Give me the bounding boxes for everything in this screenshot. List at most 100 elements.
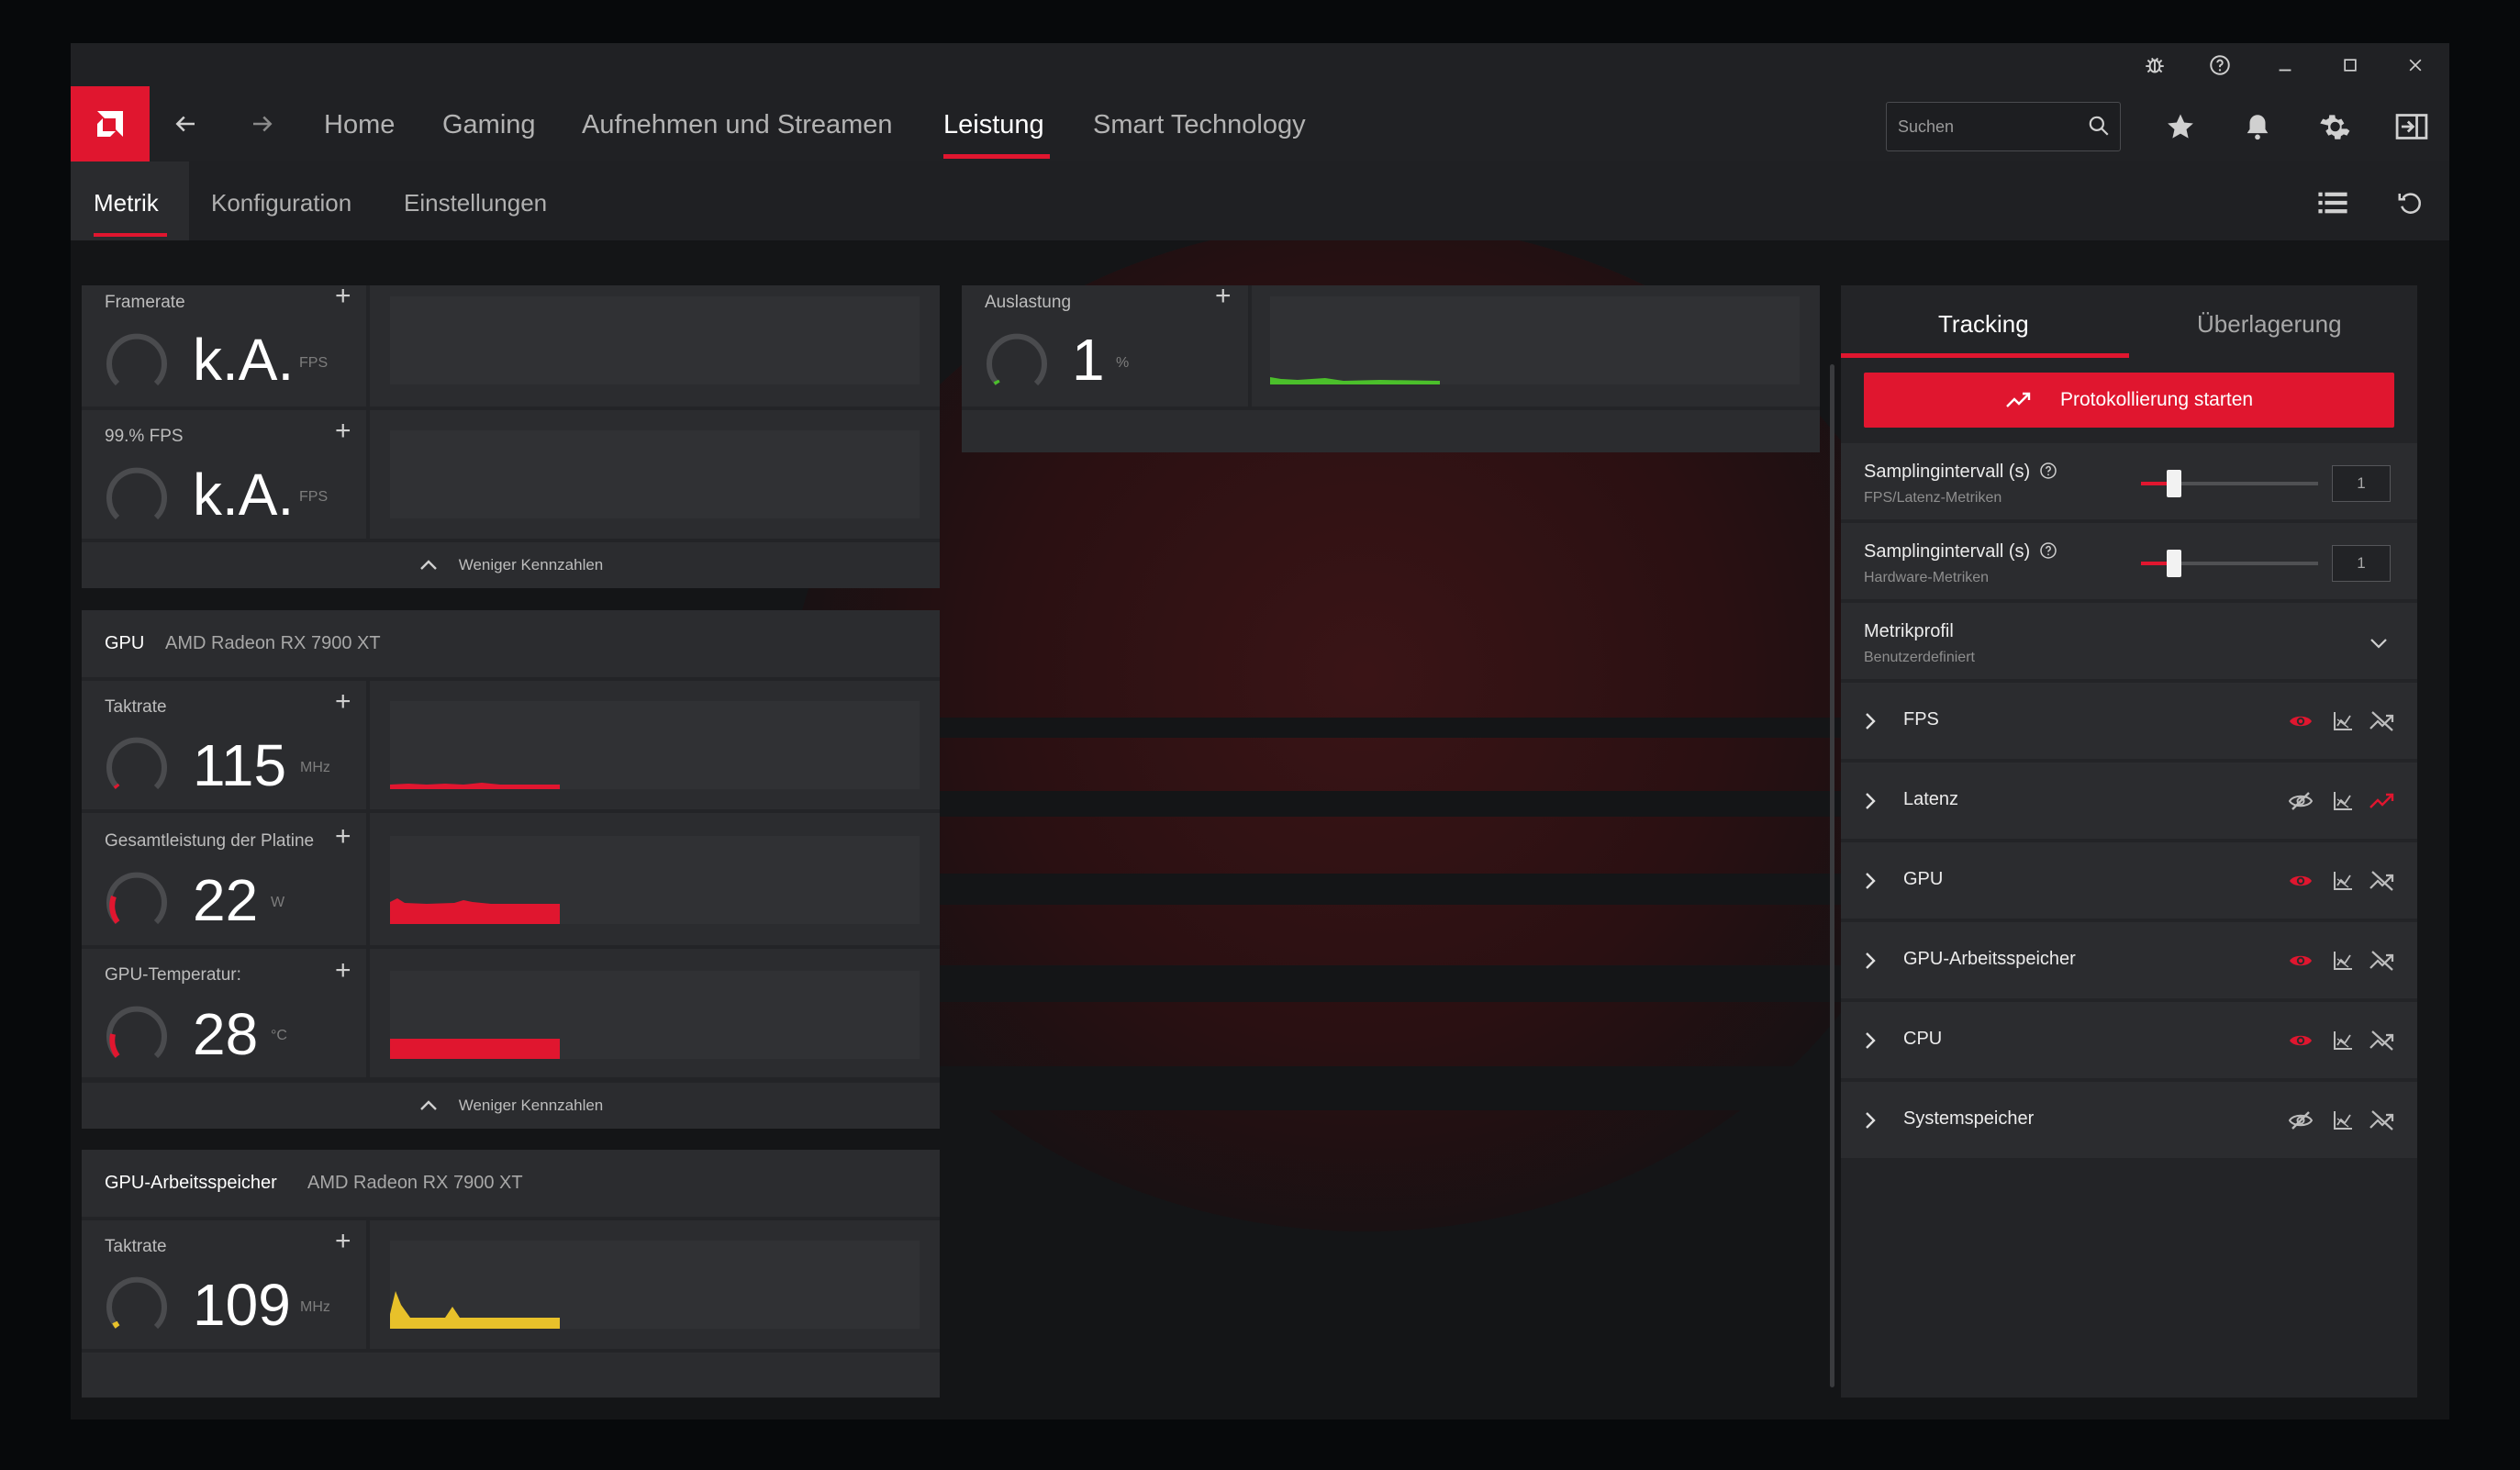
chart-icon[interactable] [2327, 706, 2358, 737]
category-name: Systemspeicher [1903, 1108, 2035, 1129]
sampling-interval-label: Samplingintervall (s) [1864, 541, 2031, 562]
favorites-star-icon[interactable] [2155, 101, 2206, 152]
maximize-icon[interactable] [2317, 43, 2383, 86]
search-icon[interactable] [2087, 114, 2111, 142]
trend-off-icon[interactable] [2367, 945, 2398, 976]
metric-label: Gesamtleistung der Platine [105, 831, 315, 851]
metric-category-row[interactable]: FPS [1841, 683, 2417, 759]
add-metric-icon[interactable]: + [335, 418, 351, 445]
chevron-right-icon[interactable] [1864, 791, 1877, 811]
eye-icon[interactable] [2285, 945, 2316, 976]
sampling-slider-thumb[interactable] [2167, 550, 2181, 577]
info-icon[interactable] [2039, 541, 2057, 560]
eye-off-icon[interactable] [2285, 1105, 2316, 1136]
metric-unit: °C [271, 1028, 287, 1043]
amd-logo[interactable] [71, 86, 150, 161]
device-name: AMD Radeon RX 7900 XT [307, 1173, 523, 1193]
nav-tab-record-stream[interactable]: Aufnehmen und Streamen [582, 110, 893, 140]
sampling-interval-input[interactable]: 1 [2332, 465, 2391, 502]
metric-profile-label: Metrikprofil [1864, 621, 1954, 641]
metric-unit: MHz [300, 760, 330, 775]
metric-category-row[interactable]: CPU [1841, 1002, 2417, 1078]
nav-tab-gaming[interactable]: Gaming [442, 110, 536, 140]
chevron-right-icon[interactable] [1864, 871, 1877, 891]
metric-category-row[interactable]: GPU [1841, 842, 2417, 919]
trend-off-icon[interactable] [2367, 1025, 2398, 1056]
metric-category-row[interactable]: GPU-Arbeitsspeicher [1841, 922, 2417, 998]
search-input[interactable] [1896, 111, 2074, 142]
content-scrollbar[interactable] [1830, 364, 1834, 1387]
nav-tab-performance[interactable]: Leistung [943, 110, 1044, 140]
reset-icon[interactable] [2384, 177, 2436, 228]
notifications-bell-icon[interactable] [2232, 101, 2283, 152]
chevron-right-icon[interactable] [1864, 1110, 1877, 1130]
trend-off-icon[interactable] [2367, 706, 2398, 737]
metric-value: k.A. [193, 327, 295, 393]
fewer-metrics-toggle[interactable]: Weniger Kennzahlen [82, 1083, 940, 1129]
metric-label: 99.% FPS [105, 427, 184, 446]
sampling-slider-thumb[interactable] [2167, 470, 2181, 497]
settings-gear-icon[interactable] [2309, 101, 2360, 152]
chart-icon[interactable] [2327, 1025, 2358, 1056]
metric-category-row[interactable]: Systemspeicher [1841, 1082, 2417, 1158]
category-name: FPS [1903, 709, 1939, 729]
add-metric-icon[interactable]: + [1215, 283, 1232, 310]
trend-up-icon[interactable] [2367, 785, 2398, 817]
sub-tab-active-indicator [94, 233, 167, 237]
tab-tracking[interactable]: Tracking [1938, 310, 2029, 339]
metric-value: 1 [1072, 327, 1105, 393]
info-icon[interactable] [2039, 462, 2057, 480]
add-metric-icon[interactable]: + [335, 957, 351, 985]
chart-icon[interactable] [2327, 945, 2358, 976]
eye-icon[interactable] [2285, 706, 2316, 737]
cpu-section-footer [962, 410, 1820, 452]
add-metric-icon[interactable]: + [335, 1228, 351, 1255]
cpu-usage-sparkline [1270, 377, 1440, 384]
sidebar-toggle-icon[interactable] [2386, 101, 2437, 152]
search-box[interactable] [1886, 102, 2121, 151]
chart-icon[interactable] [2327, 1105, 2358, 1136]
chevron-up-icon [419, 560, 437, 570]
chevron-right-icon[interactable] [1864, 951, 1877, 971]
trend-off-icon[interactable] [2367, 1105, 2398, 1136]
add-metric-icon[interactable]: + [335, 823, 351, 851]
forward-arrow-icon[interactable] [235, 86, 290, 161]
help-icon[interactable] [2187, 43, 2253, 86]
graph-area [1270, 296, 1800, 384]
chevron-right-icon[interactable] [1864, 1030, 1877, 1051]
sampling-interval-input[interactable]: 1 [2332, 545, 2391, 582]
gpu-temperature-sparkline [390, 1039, 560, 1059]
bug-report-icon[interactable] [2122, 43, 2188, 86]
add-metric-icon[interactable]: + [335, 283, 351, 310]
sub-tab-settings[interactable]: Einstellungen [404, 189, 547, 217]
nav-tab-home[interactable]: Home [324, 110, 395, 140]
nav-tab-smart-technology[interactable]: Smart Technology [1093, 110, 1306, 140]
sub-tab-configuration[interactable]: Konfiguration [211, 189, 351, 217]
eye-off-icon[interactable] [2285, 785, 2316, 817]
vram-section-footer [82, 1353, 940, 1398]
add-metric-icon[interactable]: + [335, 688, 351, 716]
category-name: GPU-Arbeitsspeicher [1903, 949, 2076, 969]
device-name: AMD Radeon RX 7900 XT [165, 633, 381, 653]
metric-label: GPU-Temperatur: [105, 965, 241, 985]
eye-icon[interactable] [2285, 865, 2316, 896]
fewer-metrics-toggle[interactable]: Weniger Kennzahlen [82, 542, 940, 588]
back-arrow-icon[interactable] [158, 86, 213, 161]
list-view-icon[interactable] [2307, 177, 2358, 228]
minimize-icon[interactable] [2252, 43, 2318, 86]
tab-overlay[interactable]: Überlagerung [2197, 310, 2342, 339]
eye-icon[interactable] [2285, 1025, 2316, 1056]
close-icon[interactable] [2382, 43, 2448, 86]
gauge-icon [106, 333, 167, 386]
trend-off-icon[interactable] [2367, 865, 2398, 896]
chevron-right-icon[interactable] [1864, 711, 1877, 731]
trend-up-icon [2006, 392, 2031, 407]
start-logging-button[interactable]: Protokollierung starten [1864, 373, 2394, 428]
metric-category-row[interactable]: Latenz [1841, 763, 2417, 839]
chart-icon[interactable] [2327, 865, 2358, 896]
chart-icon[interactable] [2327, 785, 2358, 817]
chevron-down-icon[interactable] [2368, 636, 2390, 651]
chevron-up-icon [419, 1100, 437, 1110]
metric-label: Framerate [105, 293, 185, 312]
sub-tab-metrics[interactable]: Metrik [94, 189, 159, 217]
